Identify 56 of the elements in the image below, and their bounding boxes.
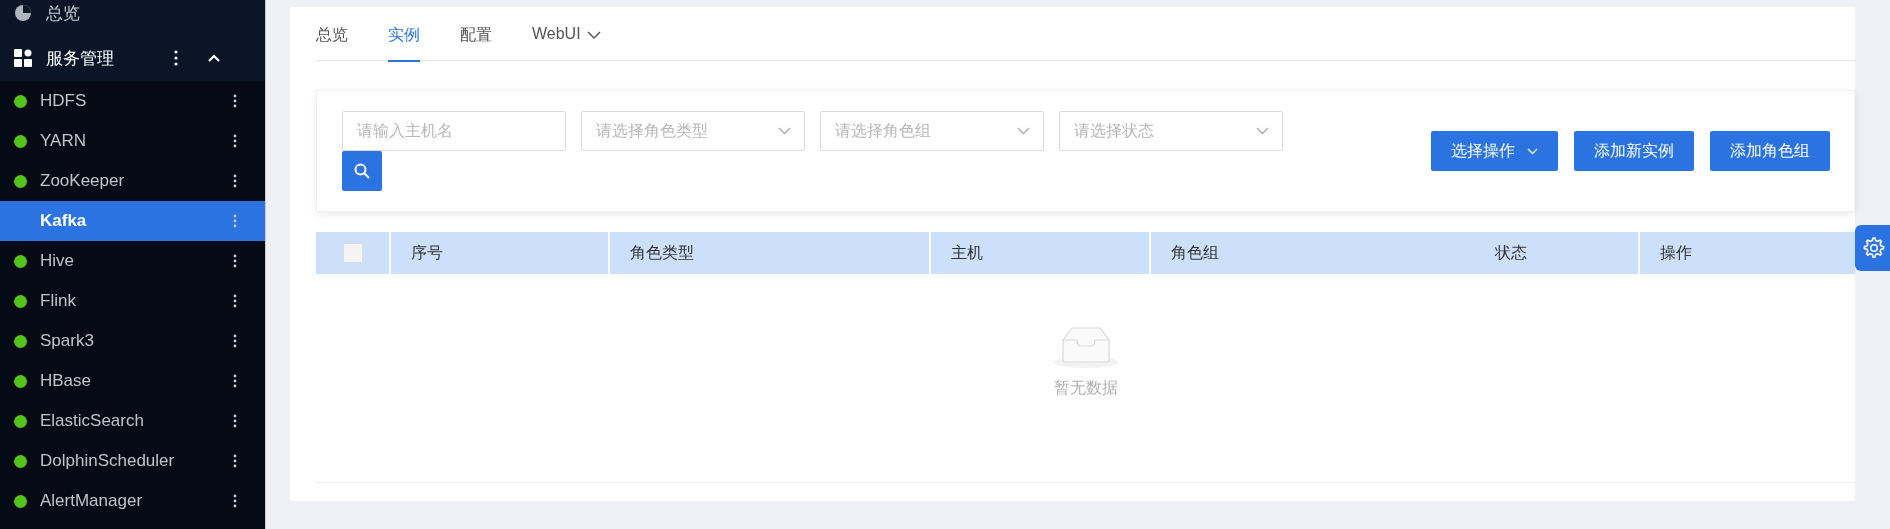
chevron-icon: [1017, 127, 1030, 135]
sidebar-group[interactable]: 服务管理: [46, 46, 114, 70]
more-icon[interactable]: [233, 94, 237, 108]
sidebar-item[interactable]: YARN: [0, 121, 265, 161]
sidebar-item[interactable]: HBase: [0, 361, 265, 401]
action-button[interactable]: 选择操作: [1431, 131, 1558, 171]
sidebar-item[interactable]: HDFS: [0, 81, 265, 121]
more-icon[interactable]: [233, 414, 237, 428]
empty-text: 暂无数据: [1053, 378, 1118, 398]
more-icon[interactable]: [233, 374, 237, 388]
column-header: 序号: [411, 242, 443, 263]
column-header: 主机: [951, 242, 983, 263]
action-button[interactable]: 添加角色组: [1710, 131, 1830, 171]
more-icon[interactable]: [233, 334, 237, 348]
tab[interactable]: 配置: [460, 7, 492, 62]
grid-icon: [14, 49, 32, 67]
settings-button[interactable]: [1855, 225, 1890, 271]
action-button[interactable]: 添加新实例: [1574, 131, 1694, 171]
column-header: 状态: [1494, 242, 1527, 263]
more-icon[interactable]: [233, 454, 237, 468]
column-header: 角色类型: [630, 242, 694, 263]
settings-icon: [1861, 236, 1885, 260]
search-button[interactable]: [342, 151, 382, 191]
sidebar-item[interactable]: AlertManager: [0, 481, 265, 521]
tab[interactable]: WebUI: [532, 7, 601, 62]
chevron-icon: [586, 31, 601, 40]
pie-chart-icon: [14, 4, 32, 22]
tab[interactable]: 实例: [388, 7, 420, 62]
sidebar-item[interactable]: Kafka: [0, 201, 265, 241]
select-field[interactable]: 请选择状态: [1059, 111, 1283, 151]
column-header: 角色组: [1171, 242, 1219, 263]
sidebar-item[interactable]: Hive: [0, 241, 265, 281]
tab[interactable]: 总览: [316, 7, 348, 62]
sidebar-item[interactable]: ZooKeeper: [0, 161, 265, 201]
checkbox[interactable]: [342, 243, 363, 263]
column-header: 操作: [1660, 242, 1692, 263]
chevron-icon: [1256, 127, 1269, 135]
sidebar-item[interactable]: 总览: [46, 1, 80, 25]
sidebar-item[interactable]: ElasticSearch: [0, 401, 265, 441]
chevron-icon: [1527, 147, 1538, 155]
more-icon[interactable]: [233, 254, 237, 268]
chevron-icon[interactable]: [208, 54, 220, 62]
select-field[interactable]: 请选择角色组: [820, 111, 1044, 151]
sidebar-item[interactable]: Spark3: [0, 321, 265, 361]
more-icon[interactable]: [233, 134, 237, 148]
more-icon[interactable]: [233, 174, 237, 188]
select-field[interactable]: 请选择角色类型: [581, 111, 805, 151]
empty-box-icon: [1052, 326, 1119, 368]
search-icon: [354, 163, 370, 179]
input-field[interactable]: 请输入主机名: [342, 111, 566, 151]
more-icon[interactable]: [233, 494, 237, 508]
sidebar-item[interactable]: Flink: [0, 281, 265, 321]
more-icon[interactable]: [174, 50, 178, 66]
more-icon[interactable]: [233, 294, 237, 308]
sidebar-item[interactable]: DolphinScheduler: [0, 441, 265, 481]
chevron-icon: [778, 127, 791, 135]
